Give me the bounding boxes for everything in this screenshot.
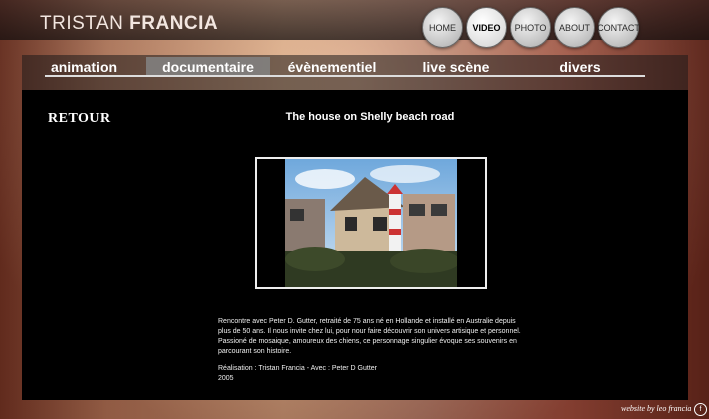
- nav-contact-button[interactable]: CONTACT: [597, 7, 640, 48]
- nav-home-button[interactable]: HOME: [422, 7, 463, 48]
- nav-about-button[interactable]: ABOUT: [554, 7, 595, 48]
- tab-animation[interactable]: animation: [22, 57, 146, 77]
- facebook-icon[interactable]: f: [694, 403, 707, 416]
- main-nav: HOME VIDEO PHOTO ABOUT CONTACT: [422, 7, 640, 48]
- brand-last-name: FRANCIA: [129, 13, 219, 34]
- tab-evenementiel[interactable]: évènementiel: [270, 57, 394, 77]
- video-player[interactable]: [255, 157, 487, 289]
- brand-first-name: TRISTAN: [40, 13, 124, 34]
- site-logo[interactable]: TRISTAN FRANCIA: [40, 13, 218, 35]
- back-link[interactable]: RETOUR: [48, 111, 111, 127]
- tab-underline: [45, 75, 645, 77]
- video-thumbnail: [285, 159, 457, 287]
- year-text: 2005: [218, 375, 234, 382]
- footer-credit[interactable]: website by leo francia: [621, 404, 691, 413]
- tab-documentaire[interactable]: documentaire: [146, 57, 270, 77]
- video-description: Rencontre avec Peter D. Gutter, retraité…: [218, 317, 528, 384]
- video-title: The house on Shelly beach road: [285, 111, 455, 123]
- tab-divers[interactable]: divers: [518, 57, 642, 77]
- tab-live-scene[interactable]: live scène: [394, 57, 518, 77]
- category-tabs: animation documentaire évènementiel live…: [22, 57, 642, 77]
- description-text: Rencontre avec Peter D. Gutter, retraité…: [218, 318, 521, 355]
- nav-photo-button[interactable]: PHOTO: [510, 7, 551, 48]
- credits-text: Réalisation : Tristan Francia - Avec : P…: [218, 365, 377, 372]
- nav-video-button[interactable]: VIDEO: [466, 7, 507, 48]
